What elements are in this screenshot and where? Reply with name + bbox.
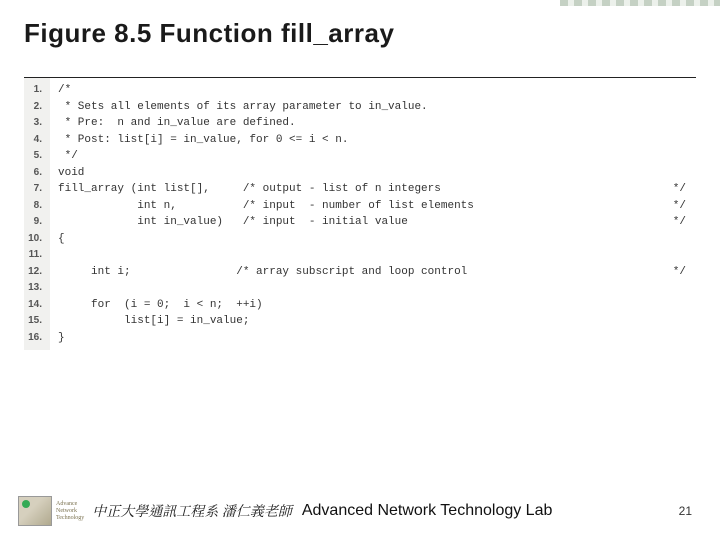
lab-logo-text: Advance Network Technology	[56, 501, 84, 522]
lab-logo-icon	[18, 496, 52, 526]
line-number-gutter: 1.2.3.4.5.6.7.8.9.10.11.12.13.14.15.16.	[24, 78, 50, 350]
footer-english-text: Advanced Network Technology Lab	[302, 502, 553, 520]
slide-title: Figure 8.5 Function fill_array	[24, 18, 696, 49]
page-number: 21	[679, 504, 692, 518]
slide-footer: Advance Network Technology 中正大學通訊工程系 潘仁義…	[0, 496, 720, 526]
decorative-top-border	[560, 0, 720, 6]
code-listing: 1.2.3.4.5.6.7.8.9.10.11.12.13.14.15.16. …	[24, 77, 696, 350]
code-body: /* * Sets all elements of its array para…	[50, 78, 696, 350]
footer-chinese-text: 中正大學通訊工程系 潘仁義老師	[92, 501, 292, 521]
